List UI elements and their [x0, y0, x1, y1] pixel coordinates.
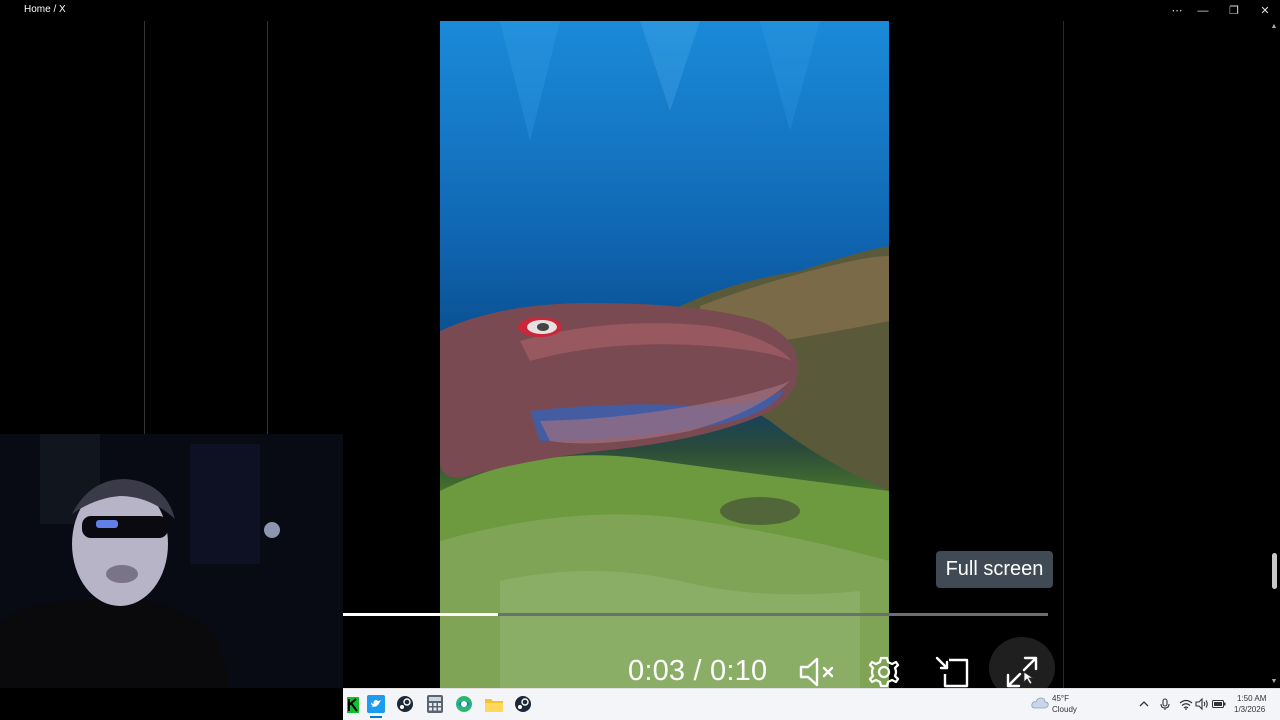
- chevron-up-icon[interactable]: [1137, 697, 1151, 711]
- battery-icon[interactable]: [1212, 697, 1226, 711]
- wifi-icon[interactable]: [1179, 697, 1193, 711]
- calculator-icon[interactable]: [425, 694, 445, 714]
- restore-button[interactable]: ❐: [1219, 0, 1249, 21]
- mute-button[interactable]: [797, 653, 837, 691]
- fullscreen-icon: [1006, 656, 1038, 688]
- current-time: 0:03: [628, 655, 686, 687]
- cloudy-weather-icon[interactable]: [1031, 696, 1049, 710]
- weather-temp: 45°F: [1052, 694, 1069, 703]
- column-divider-left: [144, 21, 145, 436]
- volume-icon[interactable]: [1195, 697, 1209, 711]
- microphone-icon[interactable]: [1158, 697, 1172, 711]
- steam-icon-2[interactable]: [513, 694, 533, 714]
- column-divider-left-2: [267, 21, 268, 436]
- steam-icon[interactable]: [395, 694, 415, 714]
- weather-condition: Cloudy: [1052, 705, 1077, 714]
- video-time-display: 0:03 / 0:10: [628, 655, 767, 688]
- window-title: Home / X: [24, 4, 66, 15]
- browser-icon[interactable]: [454, 694, 474, 714]
- file-explorer-icon[interactable]: [484, 694, 504, 714]
- scroll-up-arrow-icon[interactable]: ▲: [1270, 23, 1278, 31]
- video-progress-bar[interactable]: [343, 613, 1048, 616]
- clock-time[interactable]: 1:50 AM: [1237, 694, 1266, 703]
- rotate-icon: [935, 656, 969, 688]
- video-frame: [440, 21, 889, 688]
- window-titlebar: Home / X ⋯ — ❐ ✕: [0, 0, 1280, 21]
- app-k-icon[interactable]: [343, 695, 363, 715]
- rotate-button[interactable]: [933, 653, 973, 691]
- webcam-overlay: [0, 434, 343, 688]
- video-progress-fill: [343, 613, 498, 616]
- page-scrollbar[interactable]: ▲ ▼: [1268, 21, 1280, 688]
- webcam-frame: [0, 434, 343, 688]
- mute-icon: [799, 657, 834, 687]
- fullscreen-button[interactable]: [1002, 653, 1042, 691]
- settings-icon: [868, 656, 900, 688]
- time-separator: /: [693, 655, 702, 687]
- active-app-indicator: [370, 716, 382, 718]
- minimize-button[interactable]: —: [1188, 0, 1218, 21]
- scrollbar-thumb[interactable]: [1272, 553, 1277, 589]
- video-player[interactable]: [440, 21, 889, 688]
- fullscreen-tooltip: Full screen: [936, 551, 1053, 588]
- duration: 0:10: [710, 655, 768, 687]
- column-divider-right: [1063, 21, 1064, 688]
- settings-button[interactable]: [864, 653, 904, 691]
- twitter-icon[interactable]: [366, 694, 386, 714]
- scroll-down-arrow-icon[interactable]: ▼: [1270, 678, 1278, 686]
- clock-date[interactable]: 1/3/2026: [1234, 705, 1265, 714]
- close-button[interactable]: ✕: [1250, 0, 1280, 21]
